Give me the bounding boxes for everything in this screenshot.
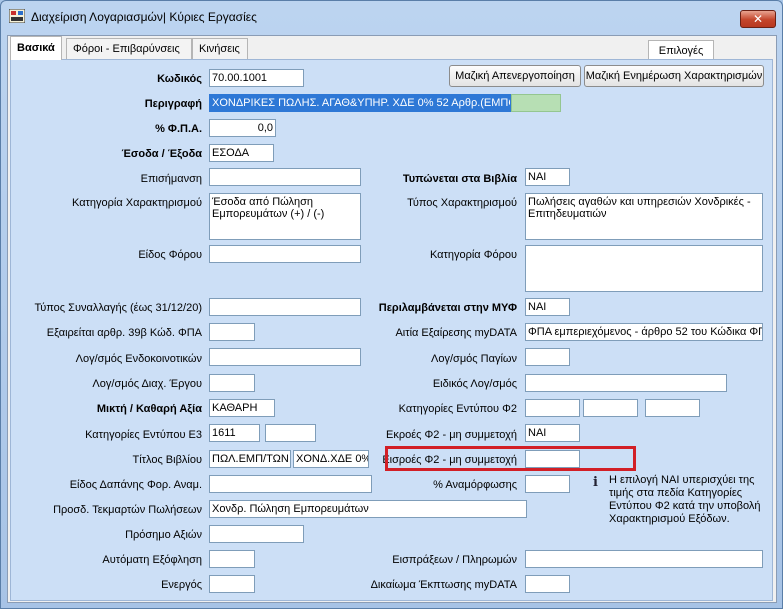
tab-basic[interactable]: Βασικά (10, 36, 62, 60)
fixed-account-field[interactable] (525, 348, 570, 366)
code-field[interactable]: 70.00.1001 (209, 69, 304, 87)
bulk-deactivate-button[interactable]: Μαζική Απενεργοποίηση (449, 65, 581, 87)
description-field-extra (511, 94, 561, 112)
income-expense-label: Έσοδα / Έξοδα (121, 148, 202, 160)
revaluation-field[interactable] (525, 475, 570, 493)
fixed-account-label: Λογ/σμός Παγίων (431, 353, 517, 365)
f2-categories-label: Κατηγορίες Εντύπου Φ2 (398, 403, 517, 415)
revaluation-label: % Αναμόρφωσης (433, 479, 517, 491)
gross-net-field[interactable]: ΚΑΘΑΡΗ (209, 399, 275, 417)
e3-category-field-2[interactable] (265, 424, 316, 442)
close-icon: ✕ (752, 12, 764, 26)
value-sign-field[interactable] (209, 525, 304, 543)
app-icon (9, 9, 25, 23)
bulk-update-button[interactable]: Μαζική Ενημέρωση Χαρακτηρισμών (584, 65, 764, 87)
char-category-label: Κατηγορία Χαρακτηρισμού (72, 197, 202, 209)
project-account-label: Λογ/σμός Διαχ. Έργου (92, 378, 202, 390)
vat-field[interactable]: 0,0 (209, 119, 276, 137)
special-account-label: Ειδικός Λογ/σμός (432, 378, 517, 390)
options-button[interactable]: Επιλογές (648, 40, 714, 60)
book-title-field-1[interactable]: ΠΩΛ.ΕΜΠ/ΤΩΝ (209, 450, 291, 468)
tax-category-field[interactable] (525, 245, 763, 292)
client-area: Βασικά Φόροι - Επιβαρύνσεις Κινήσεις Επι… (7, 35, 777, 603)
e3-categories-label: Κατηγορίες Εντύπου Ε3 (85, 429, 202, 441)
printed-books-field[interactable]: ΝΑΙ (525, 168, 570, 186)
char-type-field[interactable]: Πωλήσεις αγαθών και υπηρεσιών Χονδρικές … (525, 193, 763, 240)
description-field[interactable]: ΧΟΝΔΡΙΚΕΣ ΠΩΛΗΣ. ΑΓΑΘ&ΥΠΗΡ. ΧΔΕ 0% 52 Αρ… (209, 94, 511, 112)
tab-movements[interactable]: Κινήσεις (192, 38, 248, 59)
window-title: Διαχείριση Λογαριασμών| Κύριες Εργασίες (31, 10, 257, 24)
book-title-label: Τίτλος Βιβλίου (132, 454, 202, 466)
description-label: Περιγραφή (144, 98, 202, 110)
f2-outflow-label: Εκροές Φ2 - μη συμμετοχή (386, 429, 517, 441)
deduction-right-field[interactable] (525, 575, 570, 593)
expense-type-label: Είδος Δαπάνης Φορ. Αναμ. (69, 479, 202, 491)
f2-category-field-3[interactable] (645, 399, 700, 417)
vat-exempt-label: Εξαιρείται αρθρ. 39β Κώδ. ΦΠΑ (46, 327, 202, 339)
receipts-payments-field[interactable] (525, 550, 763, 568)
price-list-sales-field[interactable]: Χονδρ. Πώληση Εμπορευμάτων (209, 500, 527, 518)
note-label: Επισήμανση (140, 173, 202, 185)
vat-exempt-field[interactable] (209, 323, 255, 341)
auto-settlement-label: Αυτόματη Εξόφληση (102, 554, 202, 566)
f2-outflow-field[interactable]: ΝΑΙ (525, 424, 580, 442)
tab-taxes[interactable]: Φόροι - Επιβαρύνσεις (66, 38, 192, 59)
char-type-label: Τύπος Χαρακτηρισμού (407, 197, 517, 209)
basic-panel: Μαζική Απενεργοποίηση Μαζική Ενημέρωση Χ… (10, 59, 773, 601)
receipts-payments-label: Εισπράξεων / Πληρωμών (392, 554, 517, 566)
f2-category-field-1[interactable] (525, 399, 580, 417)
tax-category-label: Κατηγορία Φόρου (429, 249, 517, 261)
active-field[interactable] (209, 575, 255, 593)
close-button[interactable]: ✕ (740, 10, 776, 28)
title-bar[interactable]: Διαχείριση Λογαριασμών| Κύριες Εργασίες … (1, 1, 782, 31)
info-icon: i (593, 475, 598, 490)
exempt-reason-field[interactable]: ΦΠΑ εμπεριεχόμενος - άρθρο 52 του Κώδικα… (525, 323, 763, 341)
tax-type-label: Είδος Φόρου (138, 249, 202, 261)
value-sign-label: Πρόσημο Αξιών (125, 529, 202, 541)
deduction-right-label: Δικαίωμα Έκπτωσης myDATA (370, 579, 517, 591)
intra-account-label: Λογ/σμός Ενδοκοινοτικών (75, 353, 202, 365)
main-window: Διαχείριση Λογαριασμών| Κύριες Εργασίες … (0, 0, 783, 609)
transaction-type-label: Τύπος Συναλλαγής (έως 31/12/20) (34, 302, 202, 314)
info-note: Η επιλογή ΝΑΙ υπερισχύει της τιμής στα π… (609, 474, 761, 525)
in-myf-field[interactable]: ΝΑΙ (525, 298, 570, 316)
e3-category-field-1[interactable]: 1611 (209, 424, 260, 442)
auto-settlement-field[interactable] (209, 550, 255, 568)
exempt-reason-label: Αιτία Εξαίρεσης myDATA (395, 327, 517, 339)
vat-label: % Φ.Π.Α. (155, 123, 202, 135)
special-account-field[interactable] (525, 374, 727, 392)
active-label: Ενεργός (161, 579, 202, 591)
highlight-box (385, 446, 636, 471)
income-expense-field[interactable]: ΕΣΟΔΑ (209, 144, 274, 162)
in-myf-label: Περιλαμβάνεται στην ΜΥΦ (378, 302, 517, 314)
f2-category-field-2[interactable] (583, 399, 638, 417)
gross-net-label: Μικτή / Καθαρή Αξία (96, 403, 202, 415)
price-list-sales-label: Προσδ. Τεκμαρτών Πωλήσεων (53, 504, 202, 516)
project-account-field[interactable] (209, 374, 255, 392)
printed-books-label: Τυπώνεται στα Βιβλία (402, 173, 517, 185)
code-label: Κωδικός (157, 73, 202, 85)
